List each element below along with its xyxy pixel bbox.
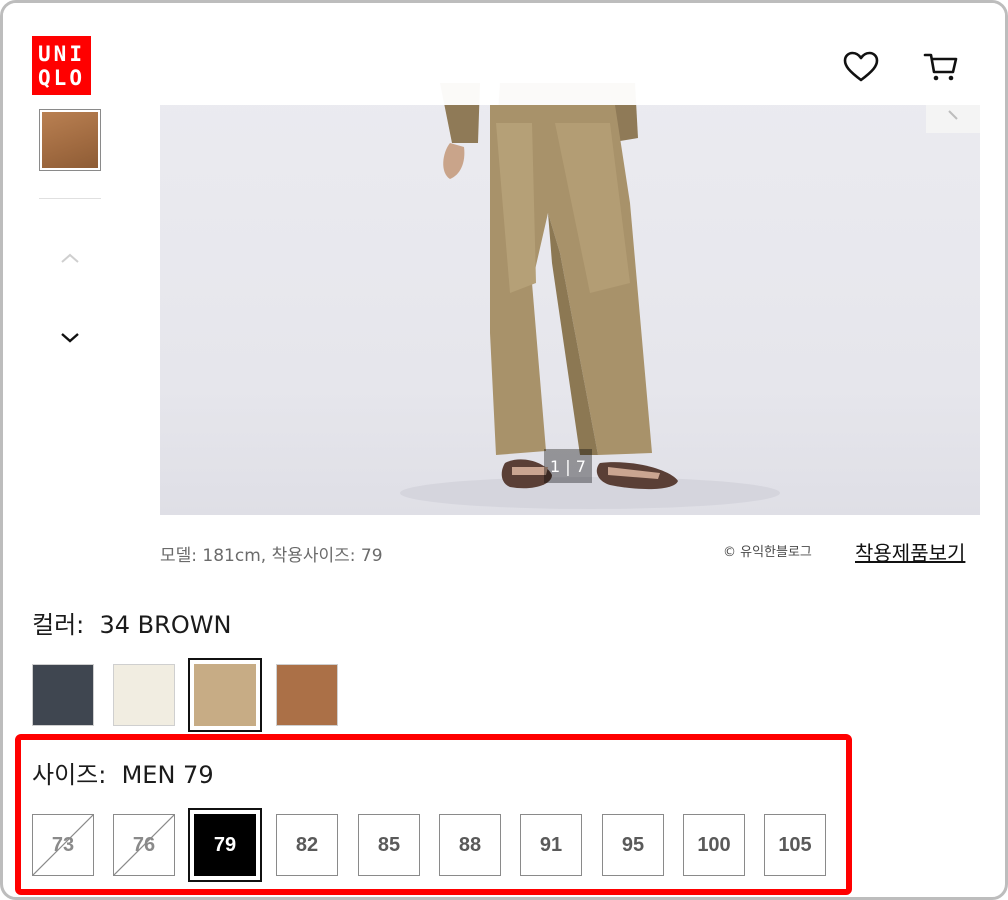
- logo-line-1: UNI: [38, 41, 85, 66]
- chevron-up-icon[interactable]: [53, 247, 87, 271]
- size-option-105[interactable]: 105: [764, 814, 826, 876]
- size-option-88[interactable]: 88: [439, 814, 501, 876]
- color-heading: 컬러: 34 BROWN: [32, 605, 231, 640]
- size-option-label: 95: [621, 833, 645, 856]
- size-option-label: 79: [194, 814, 256, 876]
- size-option-label: 82: [295, 833, 319, 856]
- color-swatch-brown[interactable]: [276, 664, 338, 726]
- uniqlo-logo[interactable]: UNI QLO: [32, 36, 91, 95]
- size-option-label: 100: [697, 833, 731, 856]
- size-option-95[interactable]: 95: [602, 814, 664, 876]
- thumbnail-pants[interactable]: [39, 109, 101, 171]
- unavailable-slash-icon: [114, 815, 174, 875]
- swatch-fill: [114, 665, 174, 725]
- header: UNI QLO: [3, 3, 1005, 105]
- color-label: 컬러:: [32, 611, 85, 639]
- image-counter: 1 | 7: [544, 449, 592, 483]
- chevron-down-icon[interactable]: [53, 325, 87, 349]
- model-info: 모델: 181cm, 착용사이즈: 79: [160, 546, 383, 566]
- copyright-note: © 유익한블로그: [723, 545, 812, 560]
- thumbnail-image: [42, 112, 98, 168]
- size-option-100[interactable]: 100: [683, 814, 745, 876]
- heart-icon[interactable]: [841, 47, 881, 87]
- size-heading: 사이즈: MEN 79: [32, 755, 214, 790]
- size-option-76[interactable]: 76: [113, 814, 175, 876]
- color-selected-value: 34 BROWN: [99, 611, 232, 639]
- product-page: UNI QLO 1 | 7 모델: 181cm, 착용사이즈: 79 © 유익한…: [0, 0, 1008, 900]
- unavailable-slash-icon: [33, 815, 93, 875]
- color-swatch-navy[interactable]: [32, 664, 94, 726]
- color-swatch-offwhite[interactable]: [113, 664, 175, 726]
- size-option-82[interactable]: 82: [276, 814, 338, 876]
- swatch-fill: [194, 664, 256, 726]
- swatch-fill: [33, 665, 93, 725]
- size-selected-value: MEN 79: [121, 761, 214, 789]
- size-option-label: 91: [539, 833, 563, 856]
- size-option-91[interactable]: 91: [520, 814, 582, 876]
- size-option-label: 88: [458, 833, 482, 856]
- chevron-right-icon[interactable]: [926, 105, 980, 133]
- size-option-label: 85: [377, 833, 401, 856]
- size-option-label: 105: [778, 833, 812, 856]
- size-option-79[interactable]: 79: [188, 808, 262, 882]
- color-swatch-beige[interactable]: [188, 658, 262, 732]
- logo-line-2: QLO: [38, 65, 85, 90]
- size-label: 사이즈:: [32, 761, 107, 789]
- product-main-image[interactable]: 1 | 7: [160, 83, 980, 515]
- thumbnail-divider: [39, 198, 101, 199]
- worn-products-link[interactable]: 착용제품보기: [855, 537, 965, 566]
- size-option-73[interactable]: 73: [32, 814, 94, 876]
- swatch-fill: [277, 665, 337, 725]
- size-option-85[interactable]: 85: [358, 814, 420, 876]
- cart-icon[interactable]: [921, 47, 961, 87]
